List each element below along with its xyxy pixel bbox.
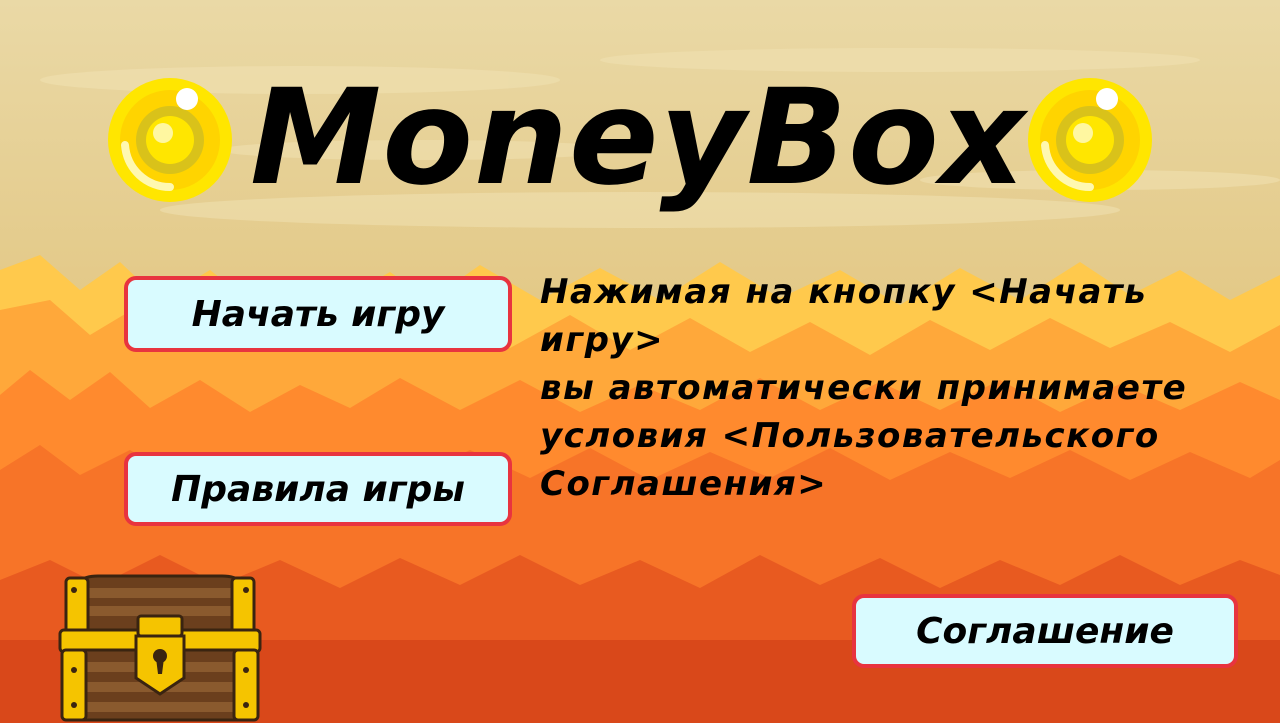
game-title: MoneyBox [250, 61, 1027, 215]
notice-line: условия <Пользовательского [540, 416, 1160, 456]
agreement-button[interactable]: Соглашение [852, 594, 1238, 668]
gold-coin-icon [108, 78, 232, 202]
notice-line: Соглашения> [540, 464, 828, 504]
agreement-label: Соглашение [916, 610, 1174, 652]
gold-coin-icon [1028, 78, 1152, 202]
game-rules-button[interactable]: Правила игры [124, 452, 512, 526]
agreement-notice: Нажимая на кнопку <Начать игру> вы автом… [540, 268, 1270, 508]
notice-line: Нажимая на кнопку <Начать игру> [540, 272, 1148, 360]
treasure-chest-icon [58, 574, 262, 722]
start-game-label: Начать игру [191, 293, 445, 335]
start-game-button[interactable]: Начать игру [124, 276, 512, 352]
game-rules-label: Правила игры [171, 468, 465, 510]
notice-line: вы автоматически принимаете [540, 368, 1188, 408]
